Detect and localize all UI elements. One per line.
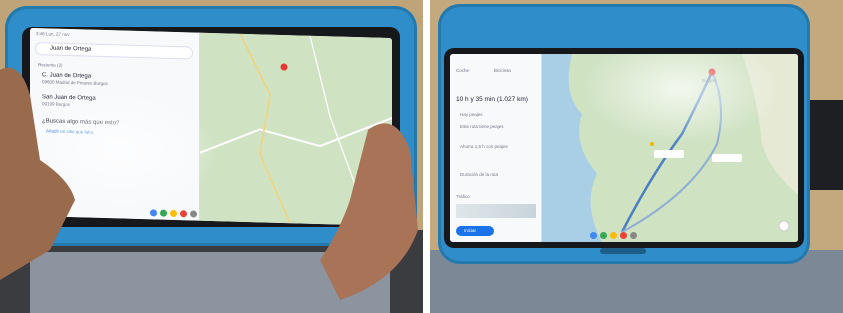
map-city-label: Burgos	[702, 78, 717, 83]
route-note-3: Ahorra 1,5 h con peajes	[460, 144, 508, 149]
tab-bike[interactable]: Bicicleta	[494, 68, 511, 73]
start-button-label: Iniciar	[464, 228, 477, 233]
map-right[interactable]	[542, 54, 798, 242]
traffic-chart	[456, 204, 536, 218]
toll-icon	[650, 142, 654, 146]
hands-left	[0, 67, 418, 300]
tablet-screen-right: Coche Bicicleta 10 h y 35 min (1.027 km)…	[450, 54, 798, 242]
left-photo: 3:46 Lun, 27 nov Juan de Ortega Reciente…	[0, 0, 423, 313]
directions-panel: Coche Bicicleta 10 h y 35 min (1.027 km)…	[450, 54, 542, 242]
start-button[interactable]: Iniciar	[456, 226, 494, 236]
tab-car[interactable]: Coche	[456, 68, 469, 73]
my-location-icon[interactable]	[778, 220, 790, 232]
traffic-section: Tráfico	[456, 194, 470, 199]
destination-pin-icon	[708, 68, 716, 76]
route-note-1: Hay peajes	[460, 112, 483, 117]
case-handle	[600, 248, 646, 254]
app-dock-right	[590, 232, 637, 239]
route-duration: 10 h y 35 min (1.027 km)	[456, 96, 528, 103]
route-note-2: Este ruta tiene peajes	[460, 124, 504, 129]
route-note-4: Duración de la ruta	[460, 172, 499, 177]
right-photo: Coche Bicicleta 10 h y 35 min (1.027 km)…	[430, 0, 843, 313]
